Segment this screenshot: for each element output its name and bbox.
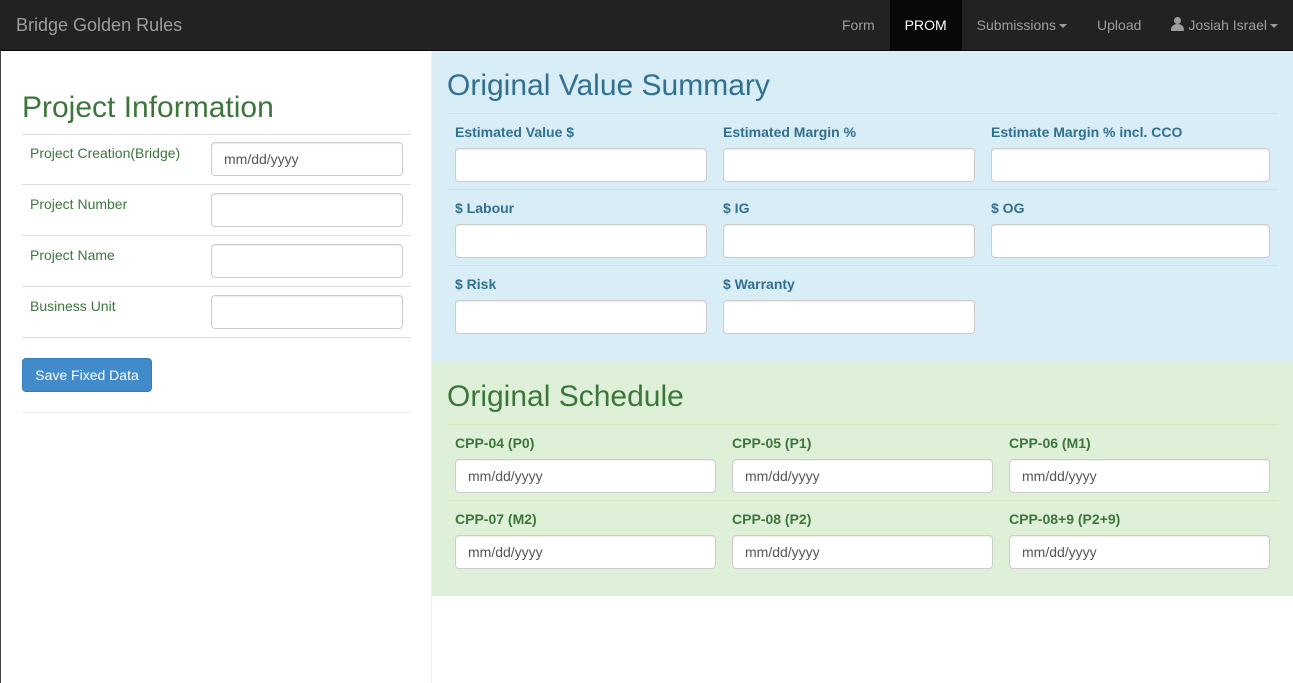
labour-label: $ Labour bbox=[455, 200, 515, 216]
warranty-field: $ Warranty bbox=[723, 274, 975, 334]
warranty-input[interactable] bbox=[723, 300, 975, 334]
user-name: Josiah Israel bbox=[1188, 17, 1267, 33]
project-number-row: Project Number bbox=[22, 185, 411, 236]
nav-item-prom[interactable]: PROM bbox=[889, 0, 962, 50]
project-name-label: Project Name bbox=[30, 247, 115, 263]
og-input[interactable] bbox=[991, 224, 1270, 258]
divider bbox=[447, 189, 1278, 190]
og-label: $ OG bbox=[991, 200, 1025, 216]
ig-label: $ IG bbox=[723, 200, 750, 216]
project-creation-date-input[interactable]: mm/dd/yyyy bbox=[211, 142, 403, 176]
cpp-05-label: CPP-05 (P1) bbox=[732, 435, 812, 451]
cpp-06-field: CPP-06 (M1) mm/dd/yyyy bbox=[1009, 433, 1270, 493]
nav-item-submissions[interactable]: Submissions bbox=[962, 0, 1082, 50]
divider bbox=[447, 265, 1278, 266]
cpp-08-field: CPP-08 (P2) mm/dd/yyyy bbox=[732, 509, 993, 569]
estimated-value-field: Estimated Value $ bbox=[455, 122, 707, 182]
cpp-08-9-field: CPP-08+9 (P2+9) mm/dd/yyyy bbox=[1009, 509, 1270, 569]
project-creation-row: Project Creation(Bridge) mm/dd/yyyy bbox=[22, 134, 411, 185]
navbar: Bridge Golden Rules Form PROM Submission… bbox=[0, 0, 1293, 51]
estimate-margin-cco-input[interactable] bbox=[991, 148, 1270, 182]
estimated-margin-input[interactable] bbox=[723, 148, 975, 182]
divider bbox=[22, 412, 411, 413]
business-unit-row: Business Unit bbox=[22, 287, 411, 338]
user-icon bbox=[1171, 17, 1185, 31]
cpp-04-date-input[interactable]: mm/dd/yyyy bbox=[455, 459, 716, 493]
nav-item-upload[interactable]: Upload bbox=[1082, 0, 1156, 50]
nav-item-form[interactable]: Form bbox=[827, 0, 890, 50]
estimated-margin-field: Estimated Margin % bbox=[723, 122, 975, 182]
og-field: $ OG bbox=[991, 198, 1270, 258]
estimate-margin-cco-field: Estimate Margin % incl. CCO bbox=[991, 122, 1270, 182]
project-name-row: Project Name bbox=[22, 236, 411, 287]
cpp-08-9-label: CPP-08+9 (P2+9) bbox=[1009, 511, 1121, 527]
business-unit-label: Business Unit bbox=[30, 298, 116, 314]
estimate-margin-cco-label: Estimate Margin % incl. CCO bbox=[991, 124, 1183, 140]
estimated-margin-label: Estimated Margin % bbox=[723, 124, 857, 140]
cpp-07-label: CPP-07 (M2) bbox=[455, 511, 537, 527]
project-number-input[interactable] bbox=[211, 193, 403, 227]
project-creation-label: Project Creation(Bridge) bbox=[30, 145, 181, 161]
caret-down-icon bbox=[1270, 24, 1278, 29]
project-info-title: Project Information bbox=[22, 91, 274, 124]
nav-submissions-label: Submissions bbox=[976, 17, 1057, 33]
cpp-04-field: CPP-04 (P0) mm/dd/yyyy bbox=[455, 433, 716, 493]
caret-down-icon bbox=[1059, 24, 1068, 29]
project-number-label: Project Number bbox=[30, 196, 128, 212]
estimated-value-label: Estimated Value $ bbox=[455, 124, 575, 140]
schedule-panel: Original Schedule CPP-04 (P0) mm/dd/yyyy… bbox=[432, 361, 1293, 596]
divider bbox=[447, 424, 1278, 425]
cpp-08-date-input[interactable]: mm/dd/yyyy bbox=[732, 535, 993, 569]
cpp-08-label: CPP-08 (P2) bbox=[732, 511, 812, 527]
cpp-05-date-input[interactable]: mm/dd/yyyy bbox=[732, 459, 993, 493]
nav-menu: Form PROM Submissions Upload Josiah Isra… bbox=[827, 0, 1293, 50]
cpp-06-date-input[interactable]: mm/dd/yyyy bbox=[1009, 459, 1270, 493]
project-name-input[interactable] bbox=[211, 244, 403, 278]
divider bbox=[447, 500, 1278, 501]
ig-field: $ IG bbox=[723, 198, 975, 258]
labour-input[interactable] bbox=[455, 224, 707, 258]
value-summary-title: Original Value Summary bbox=[447, 69, 770, 102]
cpp-05-field: CPP-05 (P1) mm/dd/yyyy bbox=[732, 433, 993, 493]
cpp-04-label: CPP-04 (P0) bbox=[455, 435, 535, 451]
risk-label: $ Risk bbox=[455, 276, 497, 292]
brand[interactable]: Bridge Golden Rules bbox=[16, 0, 182, 50]
cpp-07-field: CPP-07 (M2) mm/dd/yyyy bbox=[455, 509, 716, 569]
user-menu[interactable]: Josiah Israel bbox=[1156, 0, 1293, 50]
business-unit-input[interactable] bbox=[211, 295, 403, 329]
estimated-value-input[interactable] bbox=[455, 148, 707, 182]
value-summary-panel: Original Value Summary Estimated Value $… bbox=[432, 51, 1293, 361]
divider bbox=[447, 113, 1278, 114]
warranty-label: $ Warranty bbox=[723, 276, 795, 292]
cpp-08-9-date-input[interactable]: mm/dd/yyyy bbox=[1009, 535, 1270, 569]
risk-field: $ Risk bbox=[455, 274, 707, 334]
cpp-06-label: CPP-06 (M1) bbox=[1009, 435, 1091, 451]
schedule-title: Original Schedule bbox=[447, 380, 684, 413]
risk-input[interactable] bbox=[455, 300, 707, 334]
labour-field: $ Labour bbox=[455, 198, 707, 258]
save-fixed-data-button[interactable]: Save Fixed Data bbox=[22, 358, 152, 392]
ig-input[interactable] bbox=[723, 224, 975, 258]
project-info-panel: Project Information Project Creation(Bri… bbox=[0, 51, 432, 683]
cpp-07-date-input[interactable]: mm/dd/yyyy bbox=[455, 535, 716, 569]
